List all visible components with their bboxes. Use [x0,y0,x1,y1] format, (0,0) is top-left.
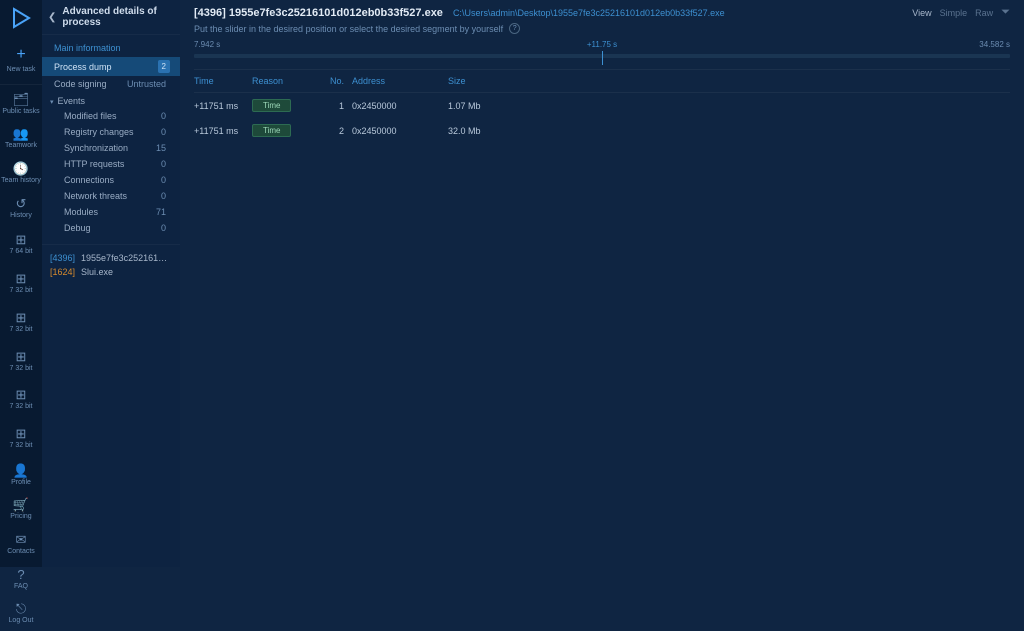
back-button[interactable]: ❮ [48,12,56,23]
file-path[interactable]: C:\Users\admin\Desktop\1955e7fe3c2521610… [453,8,725,18]
view-simple-toggle[interactable]: Simple [940,8,968,18]
rail-contacts[interactable]: ✉Contacts [0,527,42,562]
rail-teamwork[interactable]: 👥 Teamwork [0,121,42,156]
windows-icon: ⊞ [16,388,27,401]
help-icon[interactable]: ? [509,23,520,34]
sidebar-title: Advanced details of process [62,6,172,28]
process-list: [4396]1955e7fe3c25216101d012... [1624]Sl… [42,244,180,279]
reason-chip: Time [252,99,291,112]
view-label: View [912,8,931,18]
rail-bit-0[interactable]: ⊞7 64 bit [0,225,42,264]
user-icon: 👤 [13,464,29,477]
mail-icon: ✉ [16,533,27,546]
windows-icon: ⊞ [16,272,27,285]
folder-icon: 🗂 [13,93,30,106]
sidebar-event-sync[interactable]: Synchronization15 [60,140,172,156]
windows-icon: ⊞ [16,350,27,363]
sidebar: ❮ Advanced details of process Main infor… [42,0,180,567]
new-task-label: New task [7,66,36,74]
rail-logout[interactable]: ⎋Log Out [0,596,42,631]
rail-profile[interactable]: 👤Profile [0,458,42,493]
main-panel: [4396] 1955e7fe3c25216101d012eb0b33f527.… [180,0,1024,567]
process-item[interactable]: [4396]1955e7fe3c25216101d012... [50,251,172,265]
table-row[interactable]: +11751 ms Time 2 0x2450000 32.0 Mb [194,118,1010,143]
dump-table: Time Reason No. Address Size +11751 ms T… [180,61,1024,143]
timeline-end: 34.582 s [979,40,1010,49]
timeline-slider[interactable]: 7.942 s +11.75 s 34.582 s [180,38,1024,61]
windows-icon: ⊞ [16,311,27,324]
sidebar-events-header[interactable]: Events [50,92,172,108]
windows-icon: ⊞ [16,427,27,440]
table-header: Time Reason No. Address Size [194,69,1010,93]
sidebar-event-modified-files[interactable]: Modified files0 [60,108,172,124]
col-reason[interactable]: Reason [252,76,326,86]
view-raw-toggle[interactable]: Raw [975,8,993,18]
timeline-tick-icon [602,61,603,65]
logout-icon: ⎋ [16,602,26,615]
rail-pricing[interactable]: 🛒Pricing [0,492,42,527]
rail-bit-4[interactable]: ⊞7 32 bit [0,380,42,419]
col-size[interactable]: Size [448,76,508,86]
sidebar-event-network-threats[interactable]: Network threats0 [60,188,172,204]
people-icon: 👥 [13,127,29,140]
table-row[interactable]: +11751 ms Time 1 0x2450000 1.07 Mb [194,93,1010,118]
page-title: [4396] 1955e7fe3c25216101d012eb0b33f527.… [194,7,443,19]
sidebar-process-dump[interactable]: Process dump 2 [42,57,180,76]
sidebar-code-signing[interactable]: Code signing Untrusted [50,76,172,92]
rail-team-history[interactable]: 🕓 Team history [0,156,42,191]
plus-icon: + [16,46,25,64]
sidebar-event-http[interactable]: HTTP requests0 [60,156,172,172]
windows-icon: ⊞ [16,233,27,246]
filter-icon[interactable]: ⏷ [1001,6,1010,19]
timeline-mid: +11.75 s [587,40,617,49]
process-dump-count: 2 [158,60,170,73]
col-time[interactable]: Time [194,76,252,86]
sidebar-event-modules[interactable]: Modules71 [60,204,172,220]
sidebar-event-connections[interactable]: Connections0 [60,172,172,188]
rail-bit-3[interactable]: ⊞7 32 bit [0,342,42,381]
rail-public-tasks[interactable]: 🗂 Public tasks [0,87,42,122]
sidebar-event-registry[interactable]: Registry changes0 [60,124,172,140]
cart-icon: 🛒 [13,498,29,511]
app-logo[interactable] [7,6,35,30]
clock-icon: 🕓 [13,162,29,175]
process-item[interactable]: [1624]Slui.exe [50,265,172,279]
new-task-button[interactable]: + New task [0,40,42,85]
question-icon: ? [17,568,24,581]
col-address[interactable]: Address [352,76,448,86]
nav-rail: + New task 🗂 Public tasks 👥 Teamwork 🕓 T… [0,0,42,567]
reason-chip: Time [252,124,291,137]
history-icon: ↺ [16,197,27,210]
col-no[interactable]: No. [326,76,352,86]
sidebar-main-info[interactable]: Main information [50,39,172,57]
timeline-start: 7.942 s [194,40,220,49]
rail-bit-2[interactable]: ⊞7 32 bit [0,303,42,342]
rail-bit-1[interactable]: ⊞7 32 bit [0,264,42,303]
instructions-text: Put the slider in the desired position o… [194,24,503,34]
rail-bit-5[interactable]: ⊞7 32 bit [0,419,42,458]
sidebar-event-debug[interactable]: Debug0 [60,220,172,236]
rail-history[interactable]: ↺ History [0,191,42,226]
